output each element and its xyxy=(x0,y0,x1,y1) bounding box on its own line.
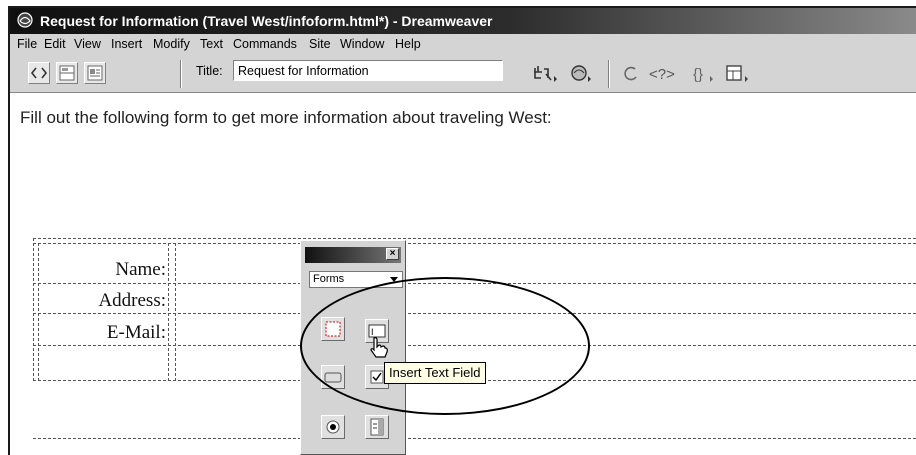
svg-text:<?>: <?> xyxy=(649,66,675,83)
panel-category-value: Forms xyxy=(313,273,345,285)
split-view-button[interactable] xyxy=(56,62,78,84)
design-view-button[interactable] xyxy=(84,62,106,84)
design-view-icon xyxy=(87,65,103,81)
menu-window[interactable]: Window xyxy=(340,34,384,54)
insert-text-field-tooltip: Insert Text Field xyxy=(384,362,486,384)
insert-button-button[interactable] xyxy=(321,365,345,389)
address-label: Address: xyxy=(98,290,166,311)
form-table-border xyxy=(33,438,916,439)
page-title-input[interactable] xyxy=(233,60,503,81)
title-bar[interactable]: Request for Information (Travel West/inf… xyxy=(10,8,916,34)
split-view-icon xyxy=(59,65,75,81)
menu-bar: File Edit View Insert Modify Text Comman… xyxy=(10,34,916,54)
code-view-button[interactable] xyxy=(28,62,50,84)
view-options-icon[interactable] xyxy=(724,64,754,86)
form-table-border xyxy=(33,238,916,239)
svg-text:{}: {} xyxy=(693,66,703,83)
panel-category-select[interactable]: Forms xyxy=(309,271,403,288)
menu-view[interactable]: View xyxy=(74,34,101,54)
document-toolbar: Title: <?> {} xyxy=(10,54,916,93)
table-column-divider xyxy=(38,243,39,381)
email-label: E-Mail: xyxy=(106,322,166,343)
menu-edit[interactable]: Edit xyxy=(44,34,66,54)
document-design-view[interactable]: Fill out the following form to get more … xyxy=(10,93,916,455)
hand-pointer-cursor-icon xyxy=(370,337,388,358)
insert-list-menu-button[interactable] xyxy=(365,415,389,439)
panel-title-bar[interactable]: × xyxy=(305,247,401,263)
menu-insert[interactable]: Insert xyxy=(111,34,142,54)
panel-close-button[interactable]: × xyxy=(386,248,399,260)
menu-commands[interactable]: Commands xyxy=(233,34,297,54)
insert-radio-button[interactable] xyxy=(321,415,345,439)
title-label: Title: xyxy=(196,64,223,78)
dreamweaver-app-icon xyxy=(17,12,33,28)
name-label: Name: xyxy=(115,259,166,280)
preview-in-browser-icon[interactable] xyxy=(570,64,596,84)
window-title: Request for Information (Travel West/inf… xyxy=(40,13,493,29)
table-row-divider xyxy=(33,345,916,346)
refresh-icon[interactable] xyxy=(622,64,640,84)
table-column-divider xyxy=(33,238,34,381)
forms-insert-panel[interactable]: × Forms I xyxy=(300,240,406,455)
form-button-icon xyxy=(324,372,342,383)
menu-file[interactable]: File xyxy=(17,34,37,54)
radio-button-icon xyxy=(326,420,340,434)
table-row-divider xyxy=(33,283,916,284)
table-row-divider xyxy=(33,313,916,314)
toolbar-separator xyxy=(180,60,182,88)
form-table-border xyxy=(33,243,916,244)
code-view-icon xyxy=(30,67,48,79)
menu-text[interactable]: Text xyxy=(200,34,223,54)
menu-help[interactable]: Help xyxy=(395,34,421,54)
intro-paragraph: Fill out the following form to get more … xyxy=(20,108,552,127)
table-column-divider xyxy=(168,243,169,381)
toolbar-separator xyxy=(608,60,610,88)
insert-form-button[interactable] xyxy=(321,317,345,341)
file-management-icon[interactable] xyxy=(532,64,560,84)
reference-icon[interactable]: <?> xyxy=(648,64,684,84)
insert-form-icon xyxy=(325,321,341,337)
chevron-down-icon xyxy=(390,277,398,282)
menu-modify[interactable]: Modify xyxy=(153,34,190,54)
dreamweaver-window: Request for Information (Travel West/inf… xyxy=(8,6,916,455)
menu-site[interactable]: Site xyxy=(309,34,331,54)
table-column-divider xyxy=(175,243,176,381)
list-menu-icon xyxy=(370,418,384,436)
code-navigation-icon[interactable]: {} xyxy=(692,64,718,84)
